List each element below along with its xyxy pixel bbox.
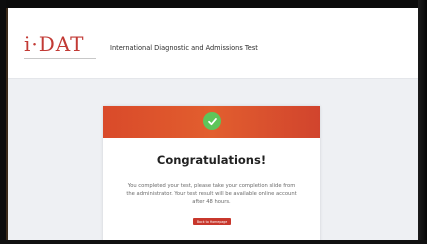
completion-card: Congratulations! You completed your test… xyxy=(103,106,320,240)
photo-frame-bottom xyxy=(0,240,427,244)
card-banner xyxy=(103,106,320,138)
logo-text: i·DAT xyxy=(24,32,85,56)
photo-frame-right xyxy=(418,0,427,244)
header-title: International Diagnostic and Admissions … xyxy=(110,44,258,52)
card-title: Congratulations! xyxy=(156,153,267,167)
idat-logo[interactable]: i·DAT xyxy=(24,32,96,60)
back-to-homepage-button[interactable]: Back to Homepage xyxy=(193,218,231,225)
back-to-homepage-label: Back to Homepage xyxy=(196,219,228,224)
completion-message: You completed your test, please take you… xyxy=(126,183,297,205)
logo-underline xyxy=(24,58,96,59)
photo-frame-top xyxy=(0,0,427,8)
site-header: i·DAT International Diagnostic and Admis… xyxy=(8,8,418,79)
check-mark xyxy=(207,117,217,125)
check-icon xyxy=(203,112,221,130)
screen: i·DAT International Diagnostic and Admis… xyxy=(8,8,418,240)
